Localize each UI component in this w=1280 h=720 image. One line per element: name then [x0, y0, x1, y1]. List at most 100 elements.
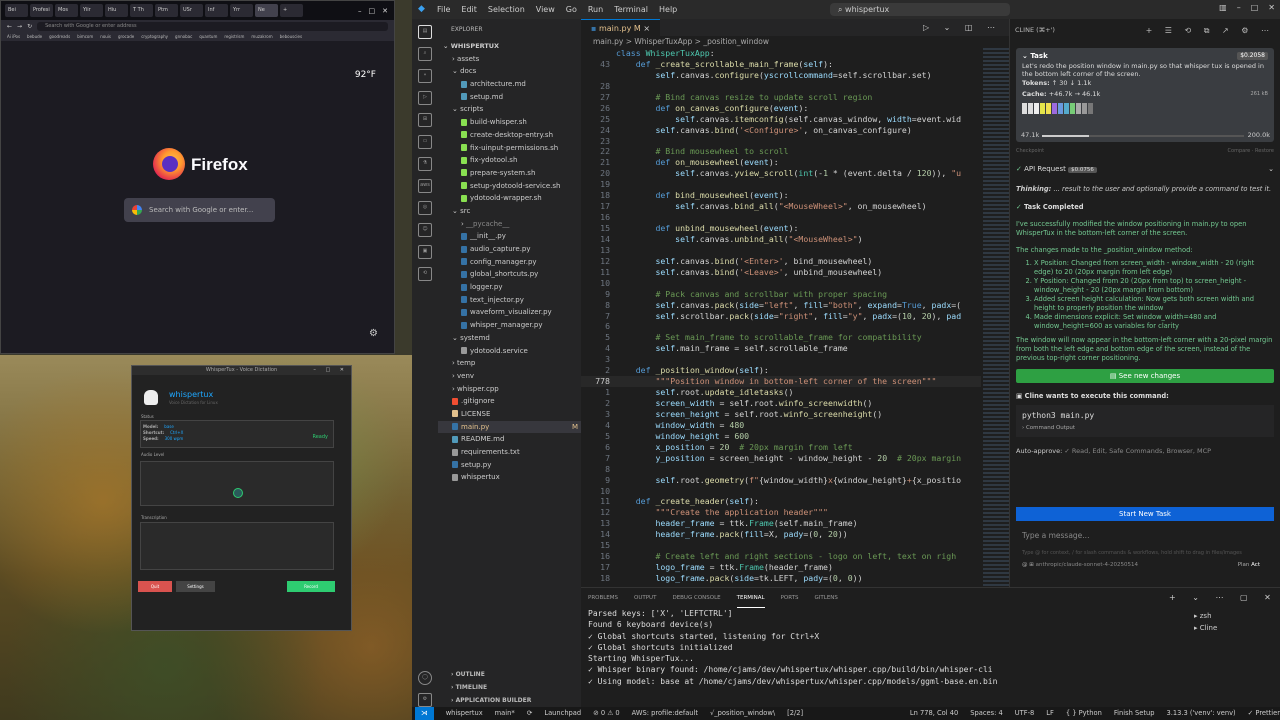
- terminal-zsh[interactable]: ▸ zsh: [1194, 610, 1217, 622]
- status-item[interactable]: { } Python: [1066, 707, 1102, 720]
- code-line[interactable]: 22 # Bind mousewheel to scroll: [581, 146, 981, 157]
- aws-icon[interactable]: aws: [418, 179, 432, 193]
- code-line[interactable]: 24 self.canvas.bind('<Configure>', on_ca…: [581, 125, 981, 136]
- code-line[interactable]: 27 # Bind canvas resize to update scroll…: [581, 92, 981, 103]
- status-item[interactable]: whispertux: [446, 707, 483, 720]
- code-line[interactable]: 3 screen_height = self.root.winfo_screen…: [581, 409, 981, 420]
- folder-item[interactable]: › venv: [438, 370, 581, 383]
- status-item[interactable]: 3.13.3 ('venv': venv): [1166, 707, 1235, 720]
- file-item[interactable]: waveform_visualizer.py: [438, 306, 581, 319]
- code-line[interactable]: 10: [581, 278, 981, 289]
- code-line[interactable]: 2 screen_width = self.root.winfo_screenw…: [581, 398, 981, 409]
- status-item[interactable]: [2/2]: [787, 707, 803, 720]
- code-area[interactable]: class WhisperTuxApp: 43 def _create_scrol…: [581, 48, 981, 584]
- bookmark-item[interactable]: bimcom: [77, 32, 93, 41]
- file-item[interactable]: README.md: [438, 433, 581, 446]
- api-request-row[interactable]: ✓ API Request $0.0756 ⌄: [1016, 165, 1274, 173]
- file-item[interactable]: .gitignore: [438, 395, 581, 408]
- code-line[interactable]: 4 self.main_frame = self.scrollable_fram…: [581, 343, 981, 354]
- search-icon[interactable]: ⌕: [418, 47, 432, 61]
- file-item[interactable]: setup-ydotoold-service.sh: [438, 180, 581, 193]
- menu-item-file[interactable]: File: [437, 5, 450, 14]
- status-item[interactable]: Launchpad: [544, 707, 581, 720]
- panel-tab-ports[interactable]: PORTS: [781, 588, 799, 608]
- code-line[interactable]: 12 self.canvas.bind('<Enter>', bind_mous…: [581, 256, 981, 267]
- status-item[interactable]: Finish Setup: [1114, 707, 1155, 720]
- forward-icon[interactable]: →: [17, 23, 22, 30]
- newtab-search-input[interactable]: Search with Google or enter...: [124, 198, 275, 222]
- code-line[interactable]: 23: [581, 136, 981, 147]
- remote-explorer-icon[interactable]: ▭: [418, 135, 432, 149]
- menu-item-selection[interactable]: Selection: [488, 5, 525, 14]
- editor-actions[interactable]: ▷ ⌄ ◫ ⋯: [923, 19, 1001, 36]
- code-line[interactable]: 14 self.canvas.unbind_all("<MouseWheel>"…: [581, 234, 981, 245]
- browser-tab[interactable]: Mos: [55, 4, 78, 17]
- code-line[interactable]: 7 self.scrollbar.pack(side="right", fill…: [581, 311, 981, 322]
- status-item[interactable]: √_position_window\: [710, 707, 775, 720]
- url-bar[interactable]: Search with Google or enter address: [37, 21, 388, 31]
- file-item[interactable]: audio_capture.py: [438, 243, 581, 256]
- code-line[interactable]: 10: [581, 486, 981, 497]
- code-line[interactable]: 14 header_frame.pack(fill=X, pady=(0, 20…: [581, 529, 981, 540]
- panel-actions[interactable]: + ⌄ ⋯ ▢ ✕: [1169, 593, 1278, 602]
- folder-item[interactable]: ⌄ scripts: [438, 103, 581, 116]
- code-line[interactable]: 5 # Set main_frame to scrollable_frame f…: [581, 332, 981, 343]
- file-item[interactable]: config_manager.py: [438, 256, 581, 269]
- task-header[interactable]: ⌄ Task $0.2058: [1022, 52, 1268, 60]
- whispertux-titlebar[interactable]: WhisperTux - Voice Dictation – □ ✕: [132, 366, 351, 375]
- workspace-root[interactable]: ⌄ WHISPERTUX: [438, 40, 581, 53]
- browser-tab[interactable]: Yiir: [80, 4, 103, 17]
- panel-tab-terminal[interactable]: TERMINAL: [736, 588, 765, 608]
- code-line[interactable]: 17 self.canvas.bind_all("<MouseWheel>", …: [581, 201, 981, 212]
- weather-widget[interactable]: 92°F: [355, 70, 376, 80]
- file-item[interactable]: requirements.txt: [438, 446, 581, 459]
- browser-tab[interactable]: Profesi: [30, 4, 53, 17]
- file-item[interactable]: fix-ydotool.sh: [438, 154, 581, 167]
- code-line[interactable]: 21 def on_mousewheel(event):: [581, 157, 981, 168]
- file-item[interactable]: ydotoold.service: [438, 345, 581, 358]
- chat-input[interactable]: Type a message... Type @ for context, / …: [1016, 527, 1274, 589]
- terminal-cline[interactable]: ▸ Cline: [1194, 622, 1217, 634]
- code-line[interactable]: 18 def bind_mousewheel(event):: [581, 190, 981, 201]
- code-line[interactable]: self.canvas.configure(yscrollcommand=sel…: [581, 70, 981, 81]
- menu-item-edit[interactable]: Edit: [461, 5, 477, 14]
- panel-tab-output[interactable]: OUTPUT: [634, 588, 656, 608]
- menu-item-go[interactable]: Go: [566, 5, 577, 14]
- run-debug-icon[interactable]: ▷: [418, 91, 432, 105]
- file-item[interactable]: LICENSE: [438, 408, 581, 421]
- extensions-icon[interactable]: ⊞: [418, 113, 432, 127]
- code-line[interactable]: 15 def unbind_mousewheel(event):: [581, 223, 981, 234]
- file-item[interactable]: global_shortcuts.py: [438, 268, 581, 281]
- code-line[interactable]: 26 def on_canvas_configure(event):: [581, 103, 981, 114]
- minimap[interactable]: [983, 48, 1009, 588]
- testing-icon[interactable]: ⚗: [418, 157, 432, 171]
- outline-section[interactable]: › OUTLINE: [438, 669, 581, 682]
- status-item[interactable]: main*: [495, 707, 515, 720]
- menu-item-run[interactable]: Run: [588, 5, 603, 14]
- bookmark-item[interactable]: grocade: [118, 32, 134, 41]
- code-line[interactable]: 19: [581, 179, 981, 190]
- status-item[interactable]: ✓ Prettier: [1248, 707, 1280, 720]
- code-line[interactable]: 3: [581, 354, 981, 365]
- code-line[interactable]: 17 logo_frame = ttk.Frame(header_frame): [581, 562, 981, 573]
- bookmark-item[interactable]: quantum: [199, 32, 217, 41]
- cline-header-actions[interactable]: + ☰ ⟲ ⧉ ↗ ⚙ ⋯: [1146, 19, 1274, 42]
- menu-item-help[interactable]: Help: [659, 5, 677, 14]
- code-line[interactable]: 8: [581, 464, 981, 475]
- code-line[interactable]: 11 self.canvas.bind('<Leave>', unbind_mo…: [581, 267, 981, 278]
- panel-tab-debug-console[interactable]: DEBUG CONSOLE: [672, 588, 720, 608]
- browser-tab[interactable]: Bei: [5, 4, 28, 17]
- settings-button[interactable]: Settings: [176, 581, 215, 592]
- application-builder-section[interactable]: › APPLICATION BUILDER: [438, 695, 581, 708]
- folder-item[interactable]: › __pycache__: [438, 218, 581, 231]
- act-toggle[interactable]: Act: [1251, 562, 1260, 568]
- source-control-icon[interactable]: ⑂: [418, 69, 432, 83]
- bookmark-item[interactable]: muzakrom: [251, 32, 272, 41]
- status-item[interactable]: UTF-8: [1015, 707, 1035, 720]
- gear-icon[interactable]: ⚙: [369, 328, 378, 339]
- timeline-icon[interactable]: ⟲: [418, 267, 432, 281]
- maximize-icon[interactable]: □: [369, 7, 376, 15]
- bookmark-item[interactable]: goodreads: [49, 32, 70, 41]
- close-icon[interactable]: ✕: [1268, 3, 1275, 12]
- status-item[interactable]: ⟳: [527, 707, 533, 720]
